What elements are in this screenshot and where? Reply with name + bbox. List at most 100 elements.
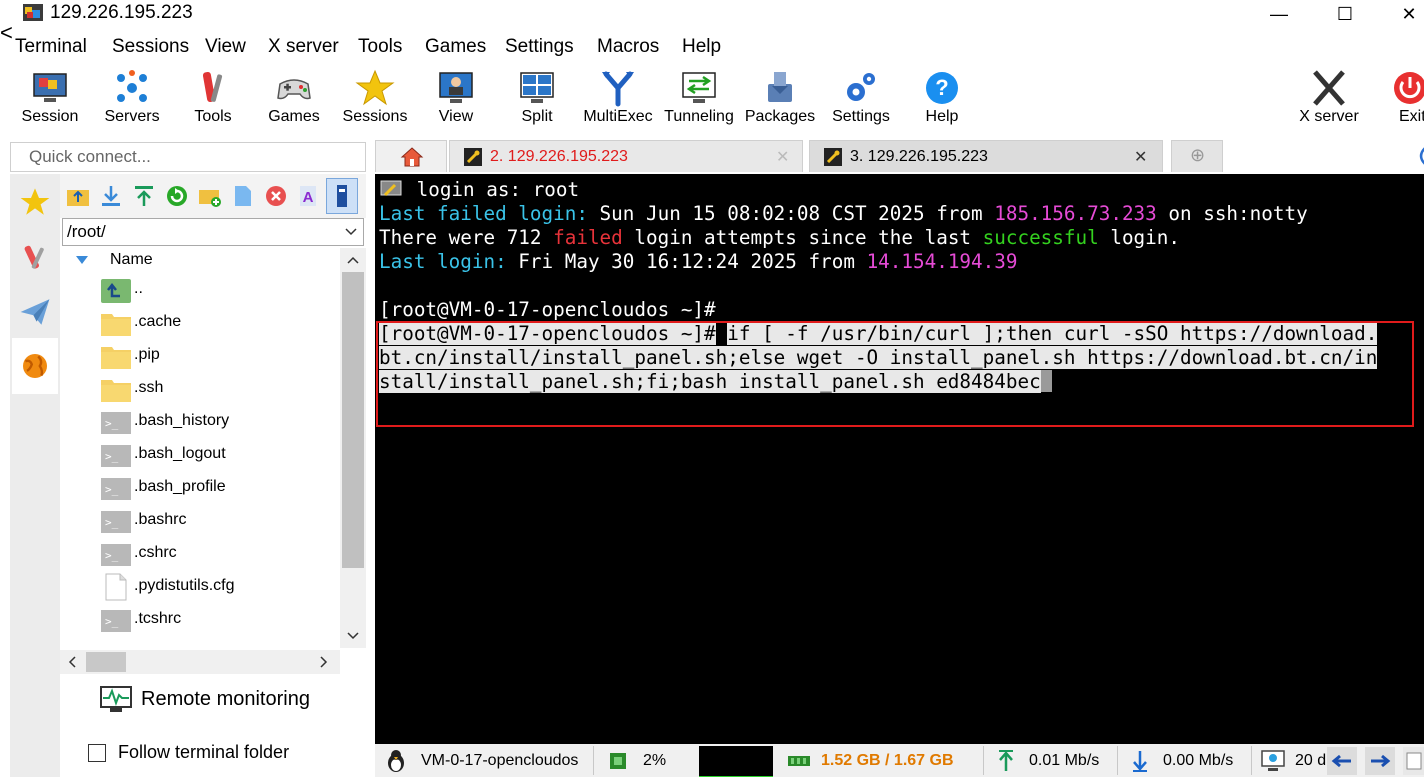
file-row[interactable]: >_ .tcshrc	[100, 604, 340, 637]
x-server-button[interactable]: X server	[1288, 64, 1370, 134]
delete-icon[interactable]	[264, 184, 288, 208]
attempts-c: login.	[1098, 226, 1180, 249]
maximize-button[interactable]: ☐	[1322, 0, 1368, 28]
file-row[interactable]: ..	[100, 274, 340, 307]
menu-games[interactable]: Games	[425, 36, 486, 58]
file-row[interactable]: .pydistutils.cfg	[100, 571, 340, 604]
file-list-vertical-scrollbar[interactable]	[340, 248, 366, 648]
status-scroll-right[interactable]	[1365, 747, 1395, 775]
scroll-thumb[interactable]	[342, 272, 364, 568]
scroll-right-icon[interactable]	[320, 656, 328, 668]
menu-tools[interactable]: Tools	[358, 36, 402, 58]
follow-terminal-checkbox[interactable]	[88, 744, 106, 762]
failed-login-label: Last failed login:	[379, 202, 588, 225]
menu-macros[interactable]: Macros	[597, 36, 659, 58]
menu-view[interactable]: View	[205, 36, 246, 58]
new-folder-icon[interactable]	[198, 184, 222, 208]
column-header[interactable]: Name	[60, 248, 340, 272]
menu-x-server[interactable]: X server	[268, 36, 339, 58]
sidebar-tab-sftp[interactable]	[12, 338, 58, 394]
gamepad-icon	[277, 79, 311, 100]
file-row[interactable]: >_ .bash_profile	[100, 472, 340, 505]
scroll-up-icon[interactable]	[347, 256, 359, 264]
folder-up-icon[interactable]	[66, 184, 90, 208]
multiexec-button[interactable]: MultiExec	[577, 64, 659, 134]
status-host: VM-0-17-opencloudos	[385, 744, 578, 777]
status-download: 0.00 Mb/s	[1131, 744, 1233, 777]
help-button[interactable]: ? Help	[901, 64, 983, 134]
file-row[interactable]: .cache	[100, 307, 340, 340]
svg-text:>_: >_	[105, 549, 119, 562]
session-button[interactable]: Session	[9, 64, 91, 134]
status-host-label: VM-0-17-opencloudos	[421, 751, 579, 769]
follow-terminal-folder-option[interactable]: Follow terminal folder	[88, 740, 358, 766]
last-login-date: Fri May 30 16:12:24 2025 from	[506, 250, 867, 273]
sidebar-tab-macros[interactable]	[12, 286, 58, 338]
terminal-pane[interactable]: login as: root Last failed login: Sun Ju…	[375, 174, 1424, 744]
sidebar-tab-sessions[interactable]	[12, 176, 58, 228]
view-monitor-icon	[439, 72, 473, 103]
cpu-graph	[699, 746, 773, 777]
minimize-button[interactable]: —	[1256, 0, 1302, 28]
path-select[interactable]: /root/	[62, 218, 364, 246]
games-button[interactable]: Games	[253, 64, 335, 134]
svg-text:?: ?	[935, 75, 948, 100]
sessions-button[interactable]: Sessions	[334, 64, 416, 134]
settings-button[interactable]: Settings	[820, 64, 902, 134]
status-divider	[1251, 746, 1252, 775]
tunneling-button[interactable]: Tunneling	[658, 64, 740, 134]
menu-settings[interactable]: Settings	[505, 36, 574, 58]
view-button[interactable]: View	[415, 64, 497, 134]
rename-icon[interactable]: A	[297, 184, 321, 208]
packages-button[interactable]: Packages	[739, 64, 821, 134]
script-file-icon: >_	[101, 478, 131, 500]
file-row[interactable]: >_ .bashrc	[100, 505, 340, 538]
servers-button[interactable]: Servers	[91, 64, 173, 134]
parent-folder-icon	[101, 279, 131, 303]
hscroll-thumb[interactable]	[86, 652, 126, 672]
sidebar-tab-tools[interactable]	[12, 232, 58, 284]
file-row[interactable]: >_ .bash_history	[100, 406, 340, 439]
tab-close-icon[interactable]: ✕	[776, 147, 789, 167]
refresh-icon[interactable]	[165, 184, 189, 208]
permissions-toggle-button[interactable]	[326, 178, 358, 214]
exit-button[interactable]: Exit	[1369, 64, 1424, 134]
status-scroll-left[interactable]	[1327, 747, 1357, 775]
scroll-left-icon[interactable]	[68, 656, 76, 668]
status-extra-button[interactable]	[1403, 747, 1424, 775]
status-users-label: 20 d	[1295, 751, 1327, 769]
file-row[interactable]: .pip	[100, 340, 340, 373]
status-users: 20 d	[1261, 744, 1326, 777]
tab-close-icon[interactable]: ✕	[1134, 147, 1147, 167]
quick-connect-input[interactable]	[27, 143, 361, 171]
file-row[interactable]: >_ .cshrc	[100, 538, 340, 571]
new-tab-button[interactable]: ⊕	[1171, 140, 1223, 172]
menu-terminal[interactable]: Terminal	[15, 36, 87, 58]
arrow-left-icon	[1331, 754, 1351, 768]
terminal-line-login: login as: root	[379, 178, 579, 202]
status-upload-label: 0.01 Mb/s	[1029, 751, 1100, 769]
remote-monitoring-button[interactable]: Remote monitoring	[100, 684, 360, 718]
tab-session-2[interactable]: 2. 129.226.195.223 ✕	[449, 140, 803, 172]
follow-terminal-label: Follow terminal folder	[118, 742, 290, 762]
permissions-icon	[337, 185, 347, 207]
tools-icon	[202, 72, 223, 102]
download-icon[interactable]	[99, 184, 123, 208]
file-list-horizontal-scrollbar[interactable]	[60, 650, 340, 674]
split-button[interactable]: Split	[496, 64, 578, 134]
tab-overflow-icon[interactable]	[1415, 146, 1424, 166]
close-window-button[interactable]: ✕	[1386, 0, 1424, 28]
upload-icon[interactable]	[132, 184, 156, 208]
menu-help[interactable]: Help	[682, 36, 721, 58]
scroll-down-icon[interactable]	[347, 632, 359, 640]
file-name: .bash_logout	[134, 445, 226, 462]
tools-button[interactable]: Tools	[172, 64, 254, 134]
tab-session-3[interactable]: 3. 129.226.195.223 ✕	[809, 140, 1163, 172]
new-file-icon[interactable]	[231, 184, 255, 208]
menu-sessions[interactable]: Sessions	[112, 36, 189, 58]
file-row[interactable]: >_ .bash_logout	[100, 439, 340, 472]
multiexec-fork-icon	[602, 71, 634, 107]
file-row[interactable]: .ssh	[100, 373, 340, 406]
back-chevron-icon[interactable]: <	[0, 20, 13, 46]
tab-home[interactable]	[375, 140, 447, 172]
